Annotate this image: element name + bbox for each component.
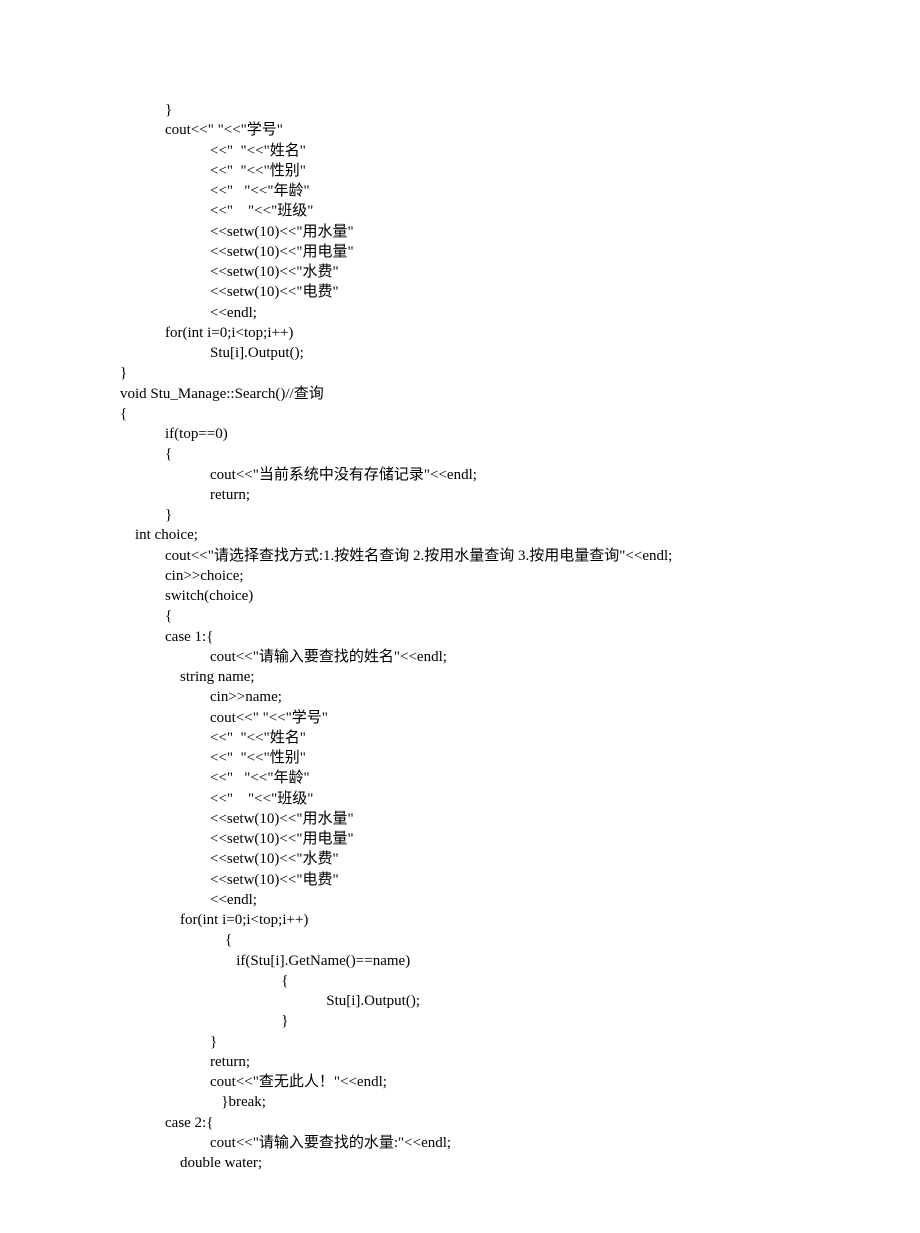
code-line: <<setw(10)<<"用水量": [120, 811, 354, 827]
code-line: void Stu_Manage::Search()//查询: [120, 386, 324, 402]
code-line: cout<<"请输入要查找的姓名"<<endl;: [120, 649, 447, 665]
code-line: cin>>name;: [120, 689, 282, 705]
code-line: <<setw(10)<<"电费": [120, 872, 339, 888]
code-line: <<" "<<"性别": [120, 750, 306, 766]
code-line: for(int i=0;i<top;i++): [120, 325, 293, 341]
code-line: cout<<"查无此人！"<<endl;: [120, 1074, 387, 1090]
code-line: cin>>choice;: [120, 568, 244, 584]
code-line: double water;: [120, 1155, 262, 1171]
code-line: <<endl;: [120, 892, 257, 908]
code-line: }: [120, 507, 172, 523]
code-line: if(Stu[i].GetName()==name): [120, 953, 410, 969]
code-line: }break;: [120, 1094, 266, 1110]
code-line: }: [120, 1013, 288, 1029]
code-line: cout<<" "<<"学号": [120, 122, 283, 138]
code-line: <<" "<<"姓名": [120, 143, 306, 159]
code-line: <<" "<<"性别": [120, 163, 306, 179]
code-line: {: [120, 608, 172, 624]
code-line: cout<<"当前系统中没有存储记录"<<endl;: [120, 467, 477, 483]
code-line: <<setw(10)<<"用电量": [120, 831, 354, 847]
code-line: cout<<"请选择查找方式:1.按姓名查询 2.按用水量查询 3.按用电量查询…: [120, 548, 672, 564]
code-document: } cout<<" "<<"学号" <<" "<<"姓名" <<" "<<"性别…: [0, 0, 920, 1233]
code-line: <<setw(10)<<"电费": [120, 284, 339, 300]
code-line: {: [120, 406, 127, 422]
code-line: }: [120, 1034, 217, 1050]
code-line: <<setw(10)<<"用电量": [120, 244, 354, 260]
code-line: return;: [120, 1054, 250, 1070]
code-line: cout<<"请输入要查找的水量:"<<endl;: [120, 1135, 451, 1151]
code-line: <<" "<<"班级": [120, 791, 313, 807]
code-line: }: [120, 365, 127, 381]
code-line: <<endl;: [120, 305, 257, 321]
code-line: string name;: [120, 669, 255, 685]
code-line: case 1:{: [120, 629, 213, 645]
code-line: return;: [120, 487, 250, 503]
code-line: for(int i=0;i<top;i++): [120, 912, 308, 928]
code-line: <<" "<<"班级": [120, 203, 313, 219]
code-line: cout<<" "<<"学号": [120, 710, 328, 726]
code-line: int choice;: [120, 527, 198, 543]
code-line: {: [120, 446, 172, 462]
code-line: <<" "<<"姓名": [120, 730, 306, 746]
code-line: <<setw(10)<<"水费": [120, 851, 339, 867]
code-line: <<setw(10)<<"用水量": [120, 224, 354, 240]
code-line: {: [120, 973, 288, 989]
code-line: case 2:{: [120, 1115, 213, 1131]
code-line: if(top==0): [120, 426, 228, 442]
code-line: }: [120, 102, 172, 118]
code-line: switch(choice): [120, 588, 253, 604]
code-line: {: [120, 932, 232, 948]
code-line: Stu[i].Output();: [120, 993, 420, 1009]
code-line: Stu[i].Output();: [120, 345, 304, 361]
code-line: <<" "<<"年龄": [120, 183, 310, 199]
code-line: <<" "<<"年龄": [120, 770, 310, 786]
code-line: <<setw(10)<<"水费": [120, 264, 339, 280]
